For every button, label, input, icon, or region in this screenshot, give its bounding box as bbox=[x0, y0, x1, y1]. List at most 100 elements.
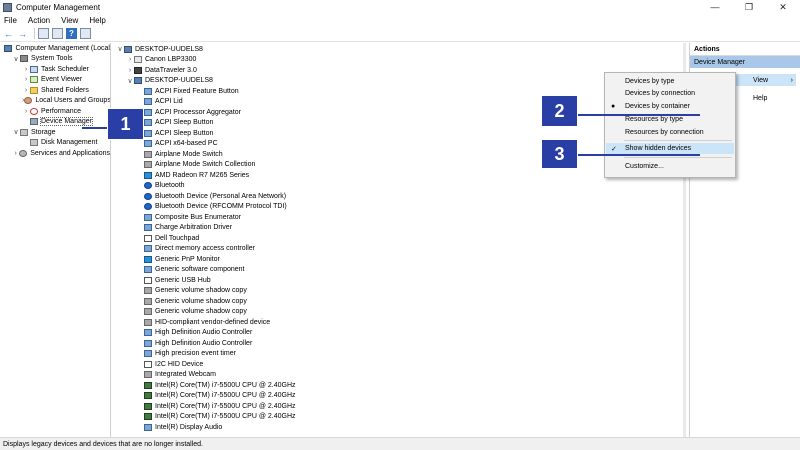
device-tree-item[interactable]: Charge Arbitration Driver bbox=[114, 223, 686, 234]
device-tree-item[interactable]: High Definition Audio Controller bbox=[114, 328, 686, 339]
dev-icon bbox=[144, 423, 152, 431]
left-tree-item[interactable]: › Shared Folders bbox=[0, 85, 110, 96]
left-tree-item[interactable]: Disk Management bbox=[0, 138, 110, 149]
menu-item-customize[interactable]: Customize... bbox=[606, 161, 734, 172]
menu-item-resources-by-connection[interactable]: Resources by connection bbox=[606, 127, 734, 138]
more-actions-view-item[interactable]: View › bbox=[734, 74, 796, 86]
left-tree-item[interactable]: › Local Users and Groups bbox=[0, 96, 110, 107]
left-tree-item[interactable]: Computer Management (Local bbox=[0, 43, 110, 54]
menu-file[interactable]: File bbox=[4, 16, 17, 25]
menu-item-show-hidden-devices[interactable]: ✓ Show hidden devices bbox=[606, 143, 734, 154]
device-tree-item[interactable]: Generic PnP Monitor bbox=[114, 254, 686, 265]
device-tree-item[interactable]: ∨ DESKTOP-UUDELS8 bbox=[114, 76, 686, 87]
actions-device-manager[interactable]: Device Manager bbox=[690, 56, 800, 68]
sched-icon bbox=[30, 65, 38, 73]
minimize-button[interactable]: — bbox=[698, 0, 732, 14]
device-tree-item[interactable]: ACPI x64-based PC bbox=[114, 139, 686, 150]
left-tree-item[interactable]: ∨ System Tools bbox=[0, 54, 110, 65]
disk-icon bbox=[20, 128, 28, 136]
device-tree-item[interactable]: Composite Bus Enumerator bbox=[114, 212, 686, 223]
menu-item-devices-by-container[interactable]: ● Devices by container bbox=[606, 101, 734, 112]
device-tree-item[interactable]: Airplane Mode Switch Collection bbox=[114, 160, 686, 171]
left-tree-item[interactable]: › Task Scheduler bbox=[0, 64, 110, 75]
dev-icon bbox=[144, 224, 152, 232]
show-hide-tree-icon[interactable] bbox=[80, 28, 91, 39]
expand-toggle-icon[interactable]: › bbox=[126, 56, 134, 63]
menu-separator bbox=[624, 157, 732, 158]
device-tree-item[interactable]: Dell Touchpad bbox=[114, 233, 686, 244]
left-tree-item[interactable]: › Performance bbox=[0, 106, 110, 117]
device-tree-item[interactable]: › DataTraveler 3.0 bbox=[114, 65, 686, 76]
device-tree-label: Airplane Mode Switch bbox=[155, 150, 223, 158]
device-tree-label: Composite Bus Enumerator bbox=[155, 213, 241, 221]
expand-toggle-icon[interactable]: › bbox=[22, 66, 30, 73]
expand-toggle-icon[interactable]: ∨ bbox=[12, 55, 20, 63]
menu-item-devices-by-type[interactable]: Devices by type bbox=[606, 76, 734, 87]
device-tree-item[interactable]: Intel(R) Core(TM) i7-5500U CPU @ 2.40GHz bbox=[114, 401, 686, 412]
actions-section-label: Device Manager bbox=[694, 58, 745, 66]
device-tree-label: Airplane Mode Switch Collection bbox=[155, 161, 256, 169]
device-tree-item[interactable]: ACPI Sleep Button bbox=[114, 128, 686, 139]
device-tree-item[interactable]: Intel(R) Core(TM) i7-5500U CPU @ 2.40GHz bbox=[114, 412, 686, 423]
dev-plain-icon bbox=[144, 234, 152, 242]
device-tree-item[interactable]: Generic volume shadow copy bbox=[114, 296, 686, 307]
expand-toggle-icon[interactable]: › bbox=[22, 108, 30, 115]
device-tree-label: Generic PnP Monitor bbox=[155, 255, 220, 263]
device-tree-item[interactable]: Integrated Webcam bbox=[114, 370, 686, 381]
expand-toggle-icon[interactable]: › bbox=[12, 150, 19, 157]
device-tree-label: Dell Touchpad bbox=[155, 234, 200, 242]
device-tree-item[interactable]: High Definition Audio Controller bbox=[114, 338, 686, 349]
back-arrow-icon[interactable]: ← bbox=[3, 28, 14, 39]
device-tree-item[interactable]: I2C HID Device bbox=[114, 359, 686, 370]
device-tree-item[interactable]: Direct memory access controller bbox=[114, 244, 686, 255]
expand-toggle-icon[interactable]: ∨ bbox=[126, 77, 134, 85]
device-tree-item[interactable]: Bluetooth bbox=[114, 181, 686, 192]
left-tree-item[interactable]: › Event Viewer bbox=[0, 75, 110, 86]
menu-help[interactable]: Help bbox=[89, 16, 105, 25]
device-tree-item[interactable]: ACPI Lid bbox=[114, 97, 686, 108]
device-tree-item[interactable]: AMD Radeon R7 M265 Series bbox=[114, 170, 686, 181]
device-tree-item[interactable]: Generic software component bbox=[114, 265, 686, 276]
device-tree-item[interactable]: Intel(R) Core(TM) i7-5500U CPU @ 2.40GHz bbox=[114, 391, 686, 402]
device-tree-item[interactable]: ACPI Sleep Button bbox=[114, 118, 686, 129]
expand-toggle-icon[interactable]: › bbox=[22, 87, 30, 94]
printer-icon bbox=[134, 56, 142, 64]
left-tree-item[interactable]: Device Manager bbox=[0, 117, 110, 128]
folder-icon bbox=[30, 86, 38, 94]
menu-action[interactable]: Action bbox=[28, 16, 50, 25]
dev-icon bbox=[144, 140, 152, 148]
device-tree-label: ACPI Sleep Button bbox=[155, 129, 214, 137]
device-tree-item[interactable]: ∨ DESKTOP-UUDELS8 bbox=[114, 44, 686, 55]
device-tree-item[interactable]: ACPI Fixed Feature Button bbox=[114, 86, 686, 97]
device-tree-item[interactable]: Intel(R) Display Audio bbox=[114, 422, 686, 433]
dev-mon-icon bbox=[144, 255, 152, 263]
close-button[interactable]: ✕ bbox=[766, 0, 800, 14]
expand-toggle-icon[interactable]: › bbox=[22, 76, 30, 83]
device-tree-item[interactable]: › Canon LBP3300 bbox=[114, 55, 686, 66]
menu-view[interactable]: View bbox=[61, 16, 78, 25]
left-tree-item[interactable]: › Services and Applications bbox=[0, 148, 110, 159]
callout-3: 3 bbox=[541, 139, 578, 169]
menu-item-devices-by-connection[interactable]: Devices by connection bbox=[606, 88, 734, 99]
device-tree-item[interactable]: High precision event timer bbox=[114, 349, 686, 360]
device-tree-item[interactable]: Generic USB Hub bbox=[114, 275, 686, 286]
console-tree-pane: Computer Management (Local ∨ System Tools ›… bbox=[0, 43, 111, 437]
expand-toggle-icon[interactable]: › bbox=[126, 67, 134, 74]
submenu-arrow-icon: › bbox=[790, 76, 793, 84]
properties-icon[interactable] bbox=[52, 28, 63, 39]
help-icon[interactable]: ? bbox=[66, 28, 77, 39]
device-tree-label: Generic volume shadow copy bbox=[155, 297, 247, 305]
more-actions-help-item[interactable]: Help bbox=[734, 92, 796, 104]
device-tree-item[interactable]: Bluetooth Device (Personal Area Network) bbox=[114, 191, 686, 202]
expand-toggle-icon[interactable]: ∨ bbox=[12, 128, 20, 136]
device-tree-item[interactable]: Bluetooth Device (RFCOMM Protocol TDI) bbox=[114, 202, 686, 213]
device-tree-label: High Definition Audio Controller bbox=[155, 339, 253, 347]
device-tree-item[interactable]: Generic volume shadow copy bbox=[114, 286, 686, 297]
forward-arrow-icon[interactable]: → bbox=[17, 28, 28, 39]
maximize-button[interactable]: ❐ bbox=[732, 0, 766, 14]
up-folder-icon[interactable] bbox=[38, 28, 49, 39]
device-tree-item[interactable]: HID-compliant vendor-defined device bbox=[114, 317, 686, 328]
device-tree-item[interactable]: Generic volume shadow copy bbox=[114, 307, 686, 318]
device-tree-item[interactable]: Intel(R) Core(TM) i7-5500U CPU @ 2.40GHz bbox=[114, 380, 686, 391]
expand-toggle-icon[interactable]: ∨ bbox=[116, 45, 124, 53]
